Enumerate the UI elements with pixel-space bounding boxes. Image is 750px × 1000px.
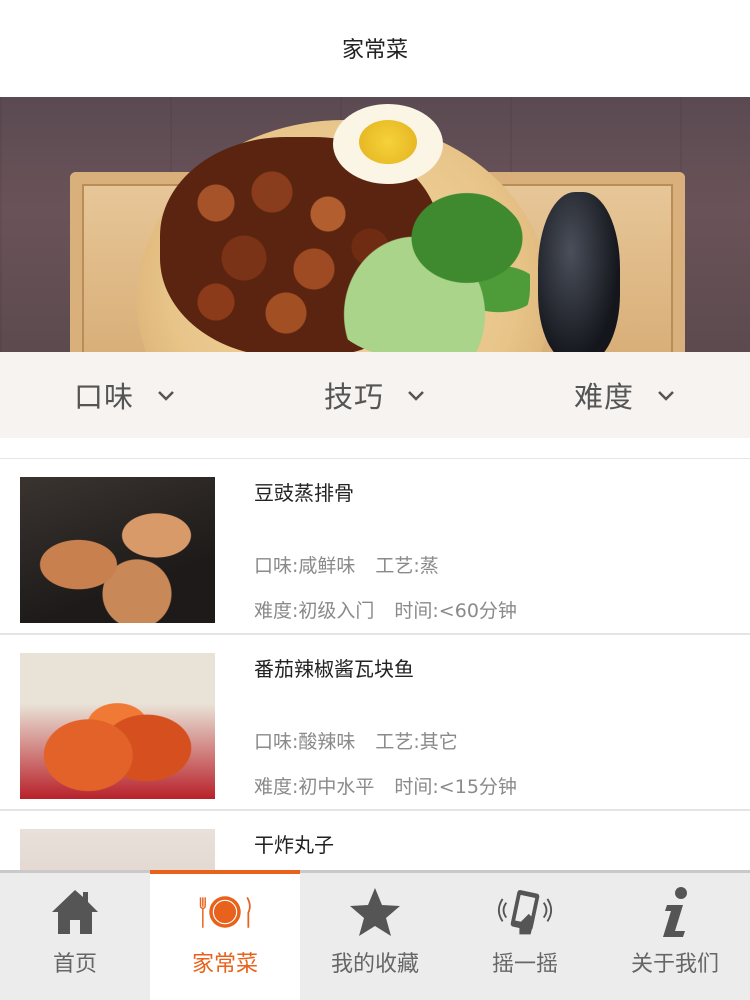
filter-flavor-label: 口味 — [73, 380, 134, 414]
tab-label: 摇一摇 — [491, 952, 558, 977]
filter-technique-label: 技巧 — [323, 380, 384, 414]
recipe-flavor: 口味:酸辣味 — [254, 731, 356, 753]
filter-bar: 口味 技巧 难度 — [0, 352, 750, 438]
section-divider — [0, 438, 750, 459]
tab-label: 首页 — [52, 952, 97, 977]
info-icon — [647, 884, 703, 940]
recipe-flavor: 口味:咸鲜味 — [254, 555, 356, 577]
tab-shake[interactable]: 摇一摇 — [450, 873, 600, 1000]
recipe-meta: 难度:初中水平 时间:<15分钟 — [254, 772, 517, 799]
page-title: 家常菜 — [341, 37, 408, 63]
recipe-name: 豆豉蒸排骨 — [254, 481, 354, 505]
filter-technique[interactable]: 技巧 — [250, 352, 500, 438]
recipe-meta: 口味:咸鲜味 工艺:蒸 — [254, 551, 439, 578]
recipe-time: 时间:<15分钟 — [394, 776, 517, 798]
chevron-down-icon — [408, 391, 424, 401]
chevron-down-icon — [658, 391, 674, 401]
filter-difficulty[interactable]: 难度 — [500, 352, 750, 438]
bottom-tab-bar: 首页 家常菜 我的收藏 摇一摇 关于我们 — [0, 870, 750, 1000]
top-bar: 家常菜 — [0, 0, 750, 97]
filter-difficulty-label: 难度 — [573, 380, 634, 414]
plate-cutlery-icon — [197, 884, 253, 940]
chevron-down-icon — [158, 391, 174, 401]
tab-label: 家常菜 — [191, 952, 258, 977]
tab-label: 我的收藏 — [330, 952, 419, 977]
recipe-difficulty: 难度:初中水平 — [254, 776, 375, 798]
tab-home[interactable]: 首页 — [0, 873, 150, 1000]
recipe-thumbnail — [20, 477, 215, 623]
list-item[interactable]: 豆豉蒸排骨 口味:咸鲜味 工艺:蒸 难度:初级入门 时间:<60分钟 — [0, 459, 750, 635]
filter-flavor[interactable]: 口味 — [0, 352, 250, 438]
recipe-name: 番茄辣椒酱瓦块鱼 — [254, 657, 414, 681]
recipe-name: 干炸丸子 — [254, 833, 334, 857]
tab-favorites[interactable]: 我的收藏 — [300, 873, 450, 1000]
recipe-list: 豆豉蒸排骨 口味:咸鲜味 工艺:蒸 难度:初级入门 时间:<60分钟 番茄辣椒酱瓦块… — [0, 459, 750, 870]
tab-about[interactable]: 关于我们 — [600, 873, 750, 1000]
recipe-meta: 口味:酸辣味 工艺:其它 — [254, 727, 458, 754]
list-item[interactable]: 干炸丸子 — [0, 811, 750, 870]
recipe-time: 时间:<60分钟 — [394, 600, 517, 622]
recipe-thumbnail — [20, 829, 215, 870]
home-icon — [47, 884, 103, 940]
hero-banner-image — [0, 97, 750, 352]
list-item[interactable]: 番茄辣椒酱瓦块鱼 口味:酸辣味 工艺:其它 难度:初中水平 时间:<15分钟 — [0, 635, 750, 811]
recipe-difficulty: 难度:初级入门 — [254, 600, 375, 622]
banner-spoon — [538, 192, 620, 352]
tab-home-cooking[interactable]: 家常菜 — [150, 870, 300, 1000]
recipe-craft: 工艺:其它 — [375, 731, 458, 753]
recipe-meta: 难度:初级入门 时间:<60分钟 — [254, 596, 517, 623]
recipe-craft: 工艺:蒸 — [375, 555, 439, 577]
banner-egg — [333, 104, 443, 184]
banner-greens — [320, 187, 530, 352]
tab-label: 关于我们 — [630, 952, 719, 977]
star-icon — [347, 884, 403, 940]
shake-phone-icon — [497, 884, 553, 940]
recipe-thumbnail — [20, 653, 215, 799]
